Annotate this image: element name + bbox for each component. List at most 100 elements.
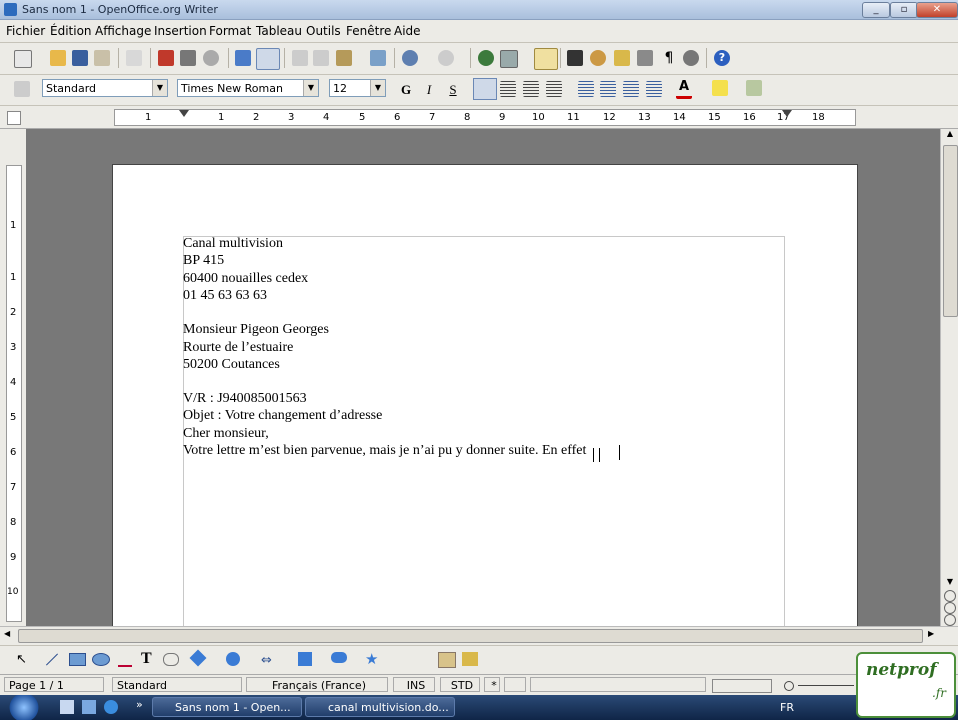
doc-line[interactable]: 01 45 63 63 63 [183, 288, 267, 304]
zoom-out-icon[interactable] [784, 681, 794, 691]
edit-file-icon[interactable] [126, 50, 142, 66]
spellcheck-icon[interactable] [235, 50, 251, 66]
find-replace-icon[interactable] [567, 50, 583, 66]
undo-icon[interactable] [402, 50, 418, 66]
text-tool-icon[interactable]: T [141, 650, 152, 668]
table-icon[interactable] [500, 50, 518, 68]
paragraph-style-select[interactable]: Standard ▼ [42, 79, 168, 97]
quicklaunch-chevron-icon[interactable]: » [136, 698, 143, 711]
line-icon[interactable] [45, 653, 59, 666]
underline-button[interactable]: S [443, 80, 463, 100]
basic-shapes-icon[interactable] [189, 649, 207, 667]
export-pdf-icon[interactable] [158, 50, 174, 66]
menu-format[interactable]: Format [209, 24, 251, 38]
zoom-slider[interactable] [798, 685, 854, 686]
hscroll-thumb[interactable] [18, 629, 923, 643]
scroll-down-icon[interactable]: ▼ [942, 577, 958, 589]
internet-explorer-icon[interactable] [104, 700, 118, 714]
ruler-track[interactable]: 1 1 2 3 4 5 6 7 8 9 10 11 12 13 14 15 16… [114, 109, 856, 126]
scroll-up-icon[interactable]: ▲ [942, 129, 958, 143]
print-preview-icon[interactable] [203, 50, 219, 66]
previous-page-icon[interactable] [944, 590, 956, 602]
doc-line[interactable]: Canal multivision [183, 236, 283, 252]
clone-formatting-icon[interactable] [370, 50, 386, 66]
scroll-thumb[interactable] [943, 145, 958, 317]
doc-line[interactable]: 50200 Coutances [183, 357, 280, 373]
italic-button[interactable]: I [419, 80, 439, 100]
formatting-marks-icon[interactable]: ¶ [661, 50, 677, 66]
autospellcheck-icon[interactable] [256, 48, 280, 70]
doc-line[interactable]: V/R : J940085001563 [183, 391, 307, 407]
menu-outils[interactable]: Outils [306, 24, 341, 38]
menu-fenetre[interactable]: Fenêtre [346, 24, 391, 38]
paste-icon[interactable] [336, 50, 352, 66]
redo-icon[interactable] [438, 50, 454, 66]
task-sans-nom[interactable]: Sans nom 1 - Open... [152, 697, 302, 717]
font-size-select[interactable]: 12 ▼ [329, 79, 386, 97]
font-name-select[interactable]: Times New Roman ▼ [177, 79, 319, 97]
doc-line[interactable]: Cher monsieur, [183, 426, 269, 442]
task-canal-multivision[interactable]: canal multivision.do... [305, 697, 455, 717]
zoom-icon[interactable] [683, 50, 699, 66]
close-button[interactable]: ✕ [916, 2, 958, 18]
doc-line[interactable]: Monsieur Pigeon Georges [183, 322, 329, 338]
cut-icon[interactable] [292, 50, 308, 66]
language-tray[interactable]: FR [780, 701, 794, 714]
help-icon[interactable]: ? [714, 50, 730, 66]
scroll-right-icon[interactable]: ▶ [928, 629, 934, 638]
selection-mode-indicator[interactable]: STD [440, 677, 480, 692]
bold-button[interactable]: G [396, 80, 416, 100]
doc-line[interactable]: BP 415 [183, 253, 224, 269]
scroll-left-icon[interactable]: ◀ [4, 629, 10, 638]
styles-formatting-icon[interactable] [14, 81, 30, 97]
from-file-icon[interactable] [462, 652, 478, 666]
doc-line[interactable]: 60400 nouailles cedex [183, 271, 308, 287]
align-right-icon[interactable] [523, 81, 539, 97]
navigation-icon[interactable] [944, 602, 956, 614]
callout-icon[interactable] [163, 653, 179, 666]
new-document-icon[interactable] [14, 50, 32, 68]
stars-icon[interactable]: ★ [365, 650, 378, 668]
vertical-scrollbar[interactable]: ▲ ▼ [940, 129, 958, 626]
chevron-down-icon[interactable]: ▼ [303, 80, 318, 96]
right-indent-marker-icon[interactable] [782, 110, 792, 117]
menu-affichage[interactable]: Affichage [95, 24, 151, 38]
start-button[interactable] [4, 695, 44, 720]
menu-fichier[interactable]: Fichier [6, 24, 45, 38]
menu-insertion[interactable]: Insertion [154, 24, 207, 38]
callouts-icon[interactable] [331, 652, 347, 663]
email-icon[interactable] [94, 50, 110, 66]
next-page-icon[interactable] [944, 614, 956, 626]
maximize-button[interactable]: ▫ [890, 2, 918, 18]
indent-marker-icon[interactable] [179, 110, 189, 117]
view-layout-icons[interactable] [712, 679, 772, 693]
show-draw-functions-icon[interactable] [534, 48, 558, 70]
align-left-button[interactable] [473, 78, 497, 100]
highlight-icon[interactable] [712, 80, 728, 96]
hyperlink-icon[interactable] [478, 50, 494, 66]
numbering-icon[interactable] [578, 81, 594, 97]
flowchart-icon[interactable] [298, 652, 312, 666]
tab-type-icon[interactable] [7, 111, 21, 125]
chevron-down-icon[interactable]: ▼ [152, 80, 167, 96]
doc-line[interactable]: Rourte de l’estuaire [183, 340, 293, 356]
minimize-button[interactable]: _ [862, 2, 890, 18]
symbol-shapes-icon[interactable] [226, 652, 240, 666]
block-arrows-icon[interactable]: ⇔ [261, 653, 272, 668]
switch-windows-icon[interactable] [82, 700, 96, 714]
align-center-icon[interactable] [500, 81, 516, 97]
decrease-indent-icon[interactable] [623, 81, 639, 97]
show-desktop-icon[interactable] [60, 700, 74, 714]
insert-mode-indicator[interactable]: INS [393, 677, 435, 692]
freeform-icon[interactable] [118, 653, 132, 667]
vruler-track[interactable]: 1 1 2 3 4 5 6 7 8 9 10 [6, 165, 22, 622]
data-sources-icon[interactable] [637, 50, 653, 66]
copy-icon[interactable] [313, 50, 329, 66]
bullets-icon[interactable] [600, 81, 616, 97]
language-indicator[interactable]: Français (France) [246, 677, 388, 692]
menu-edition[interactable]: Édition [50, 24, 92, 38]
doc-line[interactable]: Votre lettre m’est bien parvenue, mais j… [183, 443, 586, 459]
save-icon[interactable] [72, 50, 88, 66]
page-indicator[interactable]: Page 1 / 1 [4, 677, 104, 692]
fontwork-gallery-icon[interactable] [438, 652, 456, 668]
